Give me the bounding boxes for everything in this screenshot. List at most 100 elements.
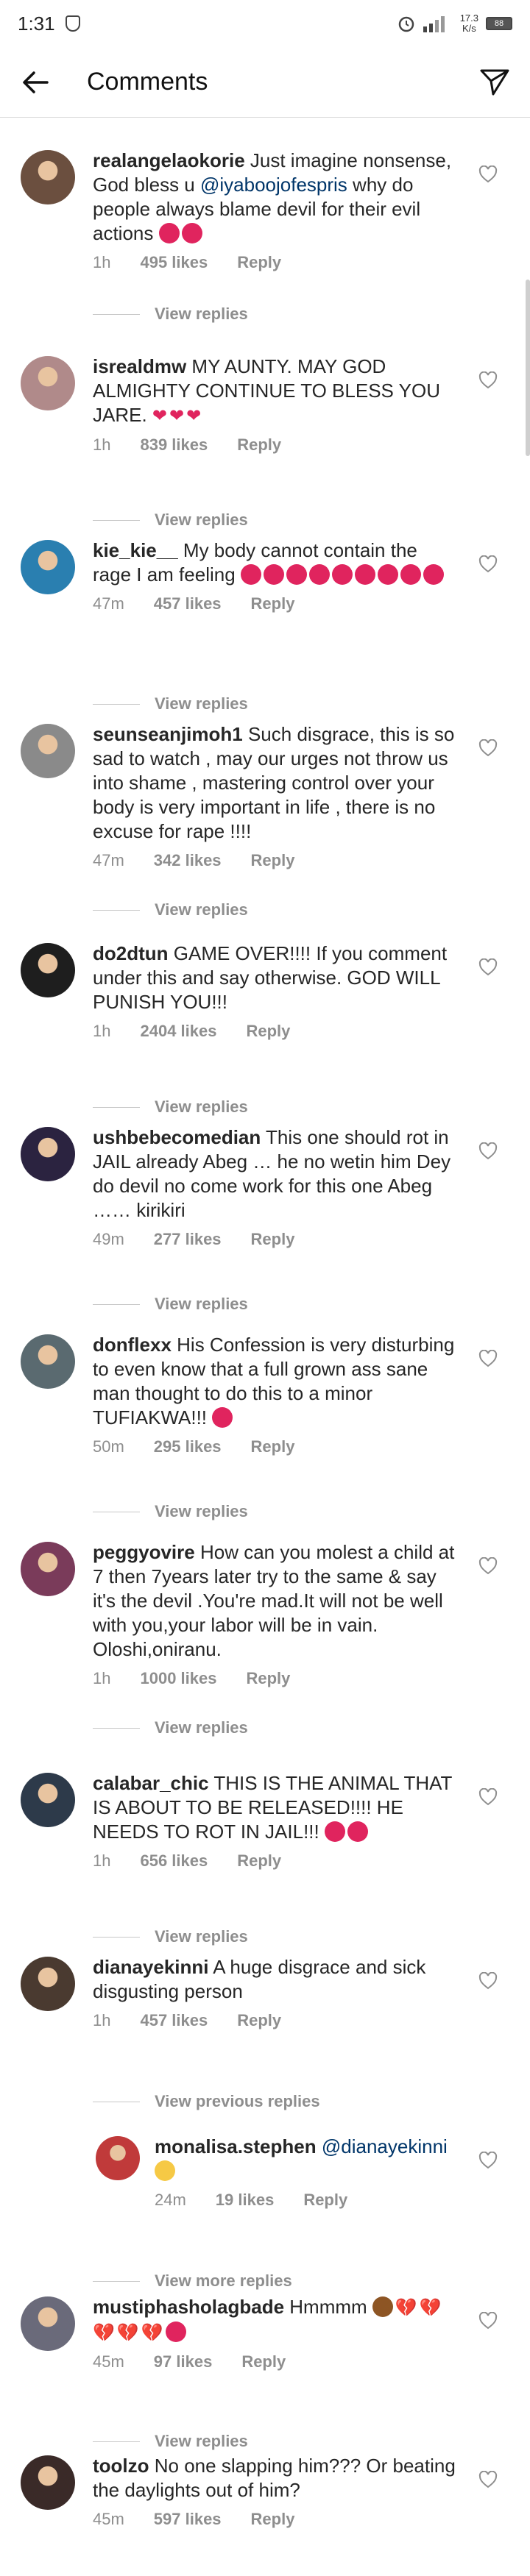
like-button[interactable] [477,1555,499,1577]
reply-button[interactable]: Reply [251,1230,295,1249]
avatar[interactable] [21,724,75,778]
like-button[interactable] [477,163,499,185]
comment-username[interactable]: do2dtun [93,942,169,964]
avatar[interactable] [21,356,75,410]
avatar[interactable] [21,2455,75,2510]
reply-button[interactable]: Reply [251,1437,295,1456]
heart-outline-icon [478,2471,498,2488]
comment-item: ushbebecomedian This one should rot in J… [0,1125,530,1313]
likes-count[interactable]: 495 likes [140,253,208,272]
comment-body: kie_kie__ My body cannot contain the rag… [93,538,461,613]
like-button[interactable] [477,1348,499,1370]
comment-body: seunseanjimoh1 Such disgrace, this is so… [93,722,461,870]
comment-item: donflexx His Confession is very disturbi… [0,1333,530,1520]
avatar[interactable] [21,1773,75,1827]
avatar[interactable] [21,1957,75,2011]
comment-username[interactable]: isrealdmw [93,355,186,377]
likes-count[interactable]: 597 likes [154,2510,222,2529]
avatar[interactable] [21,943,75,997]
likes-count[interactable]: 656 likes [140,1851,208,1871]
likes-count[interactable]: 839 likes [140,435,208,455]
comment-body: isrealdmw MY AUNTY. MAY GOD ALMIGHTY CON… [93,355,461,455]
reply-button[interactable]: Reply [251,594,295,613]
comment-username[interactable]: ushbebecomedian [93,1126,261,1148]
like-button[interactable] [477,1970,499,1992]
mention-link[interactable]: @dianayekinni [322,2135,448,2157]
angry-emoji-icon [158,223,180,243]
share-button[interactable] [459,47,530,118]
comment-username[interactable]: toolzo [93,2455,149,2477]
heart-outline-icon [478,1350,498,1367]
view-replies-button[interactable]: View replies [93,1097,248,1117]
comment-username[interactable]: kie_kie__ [93,539,178,561]
reply-button[interactable]: Reply [251,2510,295,2529]
comment-username[interactable]: realangelaokorie [93,149,245,171]
likes-count[interactable]: 277 likes [154,1230,222,1249]
alarm-icon [398,16,414,32]
reply-button[interactable]: Reply [237,2011,281,2030]
back-button[interactable] [0,47,71,118]
reply-button[interactable]: Reply [237,253,281,272]
like-button[interactable] [477,2469,499,2491]
like-button[interactable] [477,2310,499,2332]
view-replies-button[interactable]: View replies [93,1295,248,1314]
view-replies-button[interactable]: View replies [93,2432,248,2451]
comment-item: kie_kie__ My body cannot contain the rag… [0,538,530,713]
view-replies-button[interactable]: View replies [93,510,248,530]
network-speed: 17.3 K/s [459,13,478,34]
comment-username[interactable]: calabar_chic [93,1772,209,1794]
comment-username[interactable]: mustiphasholagbade [93,2296,284,2318]
reply-button[interactable]: Reply [246,1022,290,1041]
avatar[interactable] [21,1334,75,1389]
avatar[interactable] [21,540,75,594]
comment-time: 1h [93,1851,111,1870]
like-button[interactable] [477,2149,499,2171]
view-replies-button[interactable]: View replies [93,1927,248,1946]
avatar[interactable] [21,1127,75,1181]
view-replies-button[interactable]: View previous replies [93,2092,320,2111]
comment-time: 45m [93,2510,124,2528]
like-button[interactable] [477,1140,499,1162]
comment-username[interactable]: seunseanjimoh1 [93,723,243,745]
avatar[interactable] [21,1542,75,1596]
reply-button[interactable]: Reply [246,1669,290,1688]
view-replies-button[interactable]: View replies [93,900,248,919]
view-replies-button[interactable]: View more replies [93,2271,292,2291]
avatar[interactable] [21,2296,75,2351]
avatar[interactable] [21,150,75,204]
angry-emoji-icon [400,564,421,585]
likes-count[interactable]: 342 likes [154,851,222,870]
comment-meta: 1h 839 likes Reply [93,435,461,455]
likes-count[interactable]: 457 likes [154,594,222,613]
divider-line [93,2441,140,2442]
comment-username[interactable]: monalisa.stephen [155,2135,317,2157]
likes-count[interactable]: 295 likes [154,1437,222,1456]
likes-count[interactable]: 2404 likes [140,1022,216,1041]
reply-button[interactable]: Reply [237,1851,281,1871]
likes-count[interactable]: 457 likes [140,2011,208,2030]
like-button[interactable] [477,956,499,978]
like-button[interactable] [477,1786,499,1808]
comment-body: toolzo No one slapping him??? Or beating… [93,2454,461,2529]
likes-count[interactable]: 97 likes [154,2352,213,2372]
like-button[interactable] [477,553,499,575]
comment-username[interactable]: peggyovire [93,1541,195,1563]
reply-button[interactable]: Reply [241,2352,286,2372]
like-button[interactable] [477,369,499,391]
like-button[interactable] [477,737,499,759]
comment-meta: 1h 457 likes Reply [93,2011,461,2030]
likes-count[interactable]: 19 likes [216,2191,275,2210]
signal-icon [423,16,445,32]
avatar[interactable] [96,2136,140,2180]
comment-username[interactable]: dianayekinni [93,1956,209,1978]
view-replies-button[interactable]: View replies [93,694,248,714]
view-replies-button[interactable]: View replies [93,305,248,324]
comment-username[interactable]: donflexx [93,1334,172,1356]
mention-link[interactable]: @iyaboojofespris [200,174,347,196]
view-replies-button[interactable]: View replies [93,1502,248,1521]
view-replies-button[interactable]: View replies [93,1718,248,1737]
reply-button[interactable]: Reply [237,435,281,455]
likes-count[interactable]: 1000 likes [140,1669,216,1688]
reply-button[interactable]: Reply [303,2191,347,2210]
reply-button[interactable]: Reply [251,851,295,870]
